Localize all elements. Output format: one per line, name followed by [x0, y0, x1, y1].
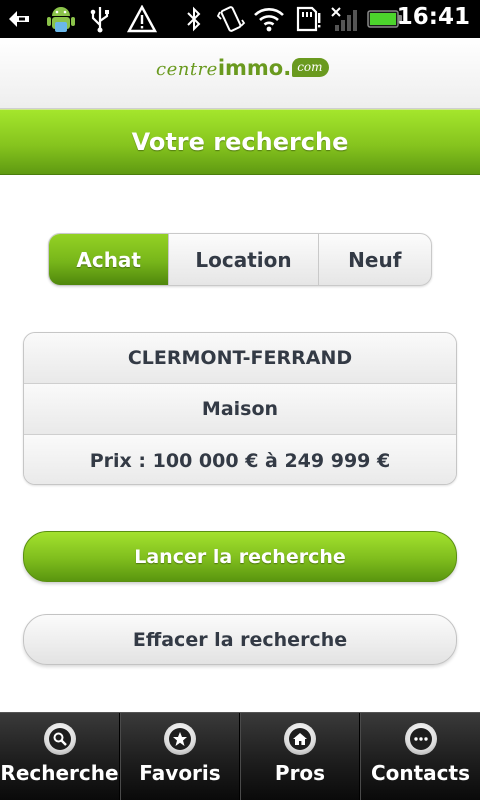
app-header: centre immo. com — [0, 38, 480, 109]
tab-pros[interactable]: Pros — [240, 713, 360, 800]
logo-dot: . — [283, 56, 292, 80]
wifi-icon — [253, 5, 285, 33]
status-clock: 16:41 — [396, 4, 470, 30]
launch-search-button[interactable]: Lancer la recherche — [23, 531, 457, 582]
search-criteria-group: CLERMONT-FERRAND Maison Prix : 100 000 €… — [23, 332, 457, 485]
usb-debug-icon — [6, 5, 32, 33]
status-bar: 16:41 — [0, 0, 480, 38]
bluetooth-icon — [184, 5, 204, 33]
segment-neuf[interactable]: Neuf — [319, 234, 431, 285]
page-title-bar: Votre recherche — [0, 109, 480, 175]
tab-contacts[interactable]: Contacts — [360, 713, 480, 800]
logo-text-centre: centre — [156, 59, 218, 80]
star-icon — [164, 723, 196, 755]
tab-label-recherche: Recherche — [0, 761, 119, 785]
property-type-field[interactable]: Maison — [24, 384, 456, 435]
vibrate-icon — [216, 5, 246, 33]
price-range-field[interactable]: Prix : 100 000 € à 249 999 € — [24, 435, 456, 484]
more-icon — [404, 723, 437, 755]
tab-label-favoris: Favoris — [139, 761, 221, 785]
tab-recherche[interactable]: Recherche — [0, 713, 120, 800]
tab-label-pros: Pros — [274, 761, 326, 785]
tab-label-contacts: Contacts — [370, 761, 471, 785]
segment-location[interactable]: Location — [169, 234, 319, 285]
logo-text-immo: immo — [217, 56, 284, 80]
warning-icon — [127, 5, 157, 33]
sd-card-icon — [294, 5, 322, 33]
usb-icon — [88, 5, 112, 33]
segment-achat[interactable]: Achat — [49, 234, 170, 285]
bottom-tab-bar: Recherche Favoris Pros Contacts — [0, 712, 480, 800]
no-signal-icon — [329, 5, 359, 33]
clear-search-button[interactable]: Effacer la recherche — [23, 614, 457, 665]
city-field[interactable]: CLERMONT-FERRAND — [24, 333, 456, 384]
logo-badge-com: com — [292, 58, 329, 77]
page-title: Votre recherche — [131, 128, 349, 156]
tab-favoris[interactable]: Favoris — [120, 713, 240, 800]
search-icon — [43, 723, 76, 755]
android-icon — [44, 5, 78, 33]
home-icon — [284, 723, 316, 755]
centreimmo-logo: centre immo. com — [156, 56, 329, 86]
transaction-type-selector: Achat Location Neuf — [48, 233, 432, 286]
